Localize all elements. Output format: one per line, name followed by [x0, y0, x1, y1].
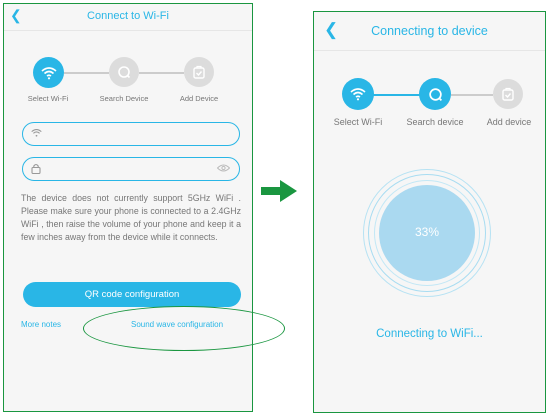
highlight-ellipse — [83, 306, 285, 351]
step-connector — [451, 94, 493, 96]
arrow-right-icon — [261, 180, 297, 202]
progress-percent: 33% — [414, 225, 440, 239]
step-search-device — [109, 57, 139, 87]
password-input[interactable] — [51, 161, 209, 178]
wifi-name-input[interactable] — [51, 126, 209, 143]
step-search-device — [419, 78, 451, 110]
step-label-select-wifi: Select Wi-Fi — [333, 117, 383, 127]
check-bag-icon — [193, 65, 205, 79]
wifi-notice-text: The device does not currently support 5G… — [21, 193, 241, 242]
lock-icon — [31, 163, 41, 174]
connecting-device-screen: ❮ Connecting to device Select Wi-Fi Sear… — [313, 11, 546, 413]
title-bar: ❮ Connecting to device — [314, 12, 545, 51]
wifi-name-field[interactable] — [22, 122, 240, 146]
search-icon — [428, 87, 442, 101]
step-add-device — [493, 79, 523, 109]
title-bar: ❮ Connect to Wi-Fi — [4, 4, 252, 31]
step-label-add-device: Add Device — [179, 94, 219, 103]
page-title: Connect to Wi-Fi — [87, 10, 169, 22]
search-icon — [118, 66, 131, 79]
step-select-wifi — [33, 57, 64, 88]
step-add-device — [184, 57, 214, 87]
step-label-search-device: Search Device — [99, 94, 149, 103]
check-bag-icon — [502, 87, 514, 101]
step-label-add-device: Add device — [486, 117, 532, 127]
password-field[interactable] — [22, 157, 240, 181]
eye-icon[interactable] — [217, 164, 230, 172]
step-connector — [371, 94, 421, 96]
step-label-select-wifi: Select Wi-Fi — [27, 94, 69, 103]
wifi-icon — [350, 88, 366, 101]
step-connector — [64, 72, 109, 74]
connect-wifi-screen: ❮ Connect to Wi-Fi Select Wi-Fi Search D… — [3, 3, 253, 412]
step-label-search-device: Search device — [406, 117, 464, 127]
step-connector — [139, 72, 184, 74]
more-notes-link[interactable]: More notes — [21, 320, 61, 329]
qr-code-configuration-button[interactable]: QR code configuration — [23, 282, 241, 307]
connection-status-text: Connecting to WiFi... — [376, 328, 483, 340]
page-title: Connecting to device — [371, 24, 488, 38]
wifi-icon — [40, 66, 57, 79]
step-select-wifi — [342, 78, 374, 110]
wifi-icon — [31, 129, 42, 137]
